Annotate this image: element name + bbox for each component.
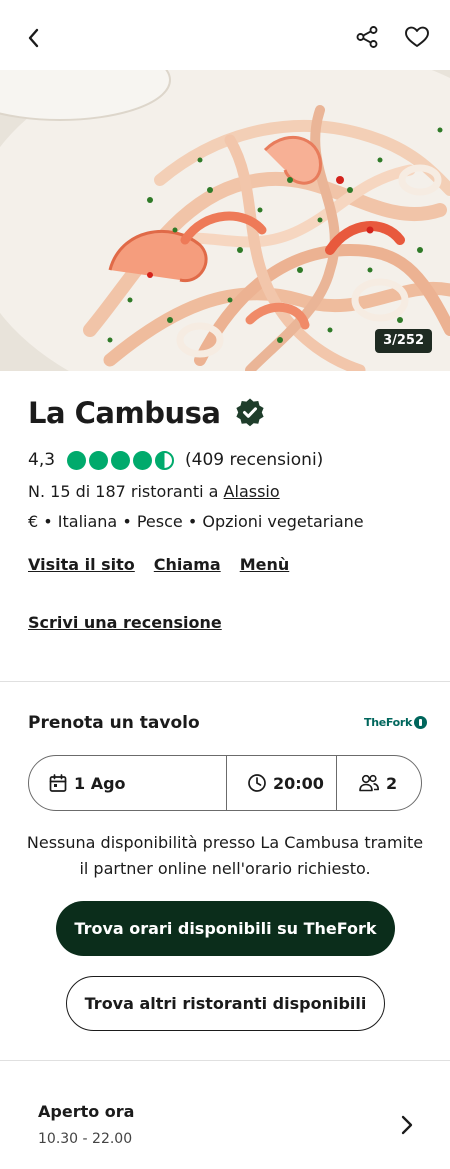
restaurant-header: La Cambusa bbox=[28, 396, 266, 430]
rating-bubble-full bbox=[111, 450, 131, 470]
photo-counter: 3/252 bbox=[375, 329, 432, 353]
rating-bubble-full bbox=[67, 450, 87, 470]
action-links: Visita il sito Chiama Menù bbox=[28, 555, 308, 574]
opening-hours-row[interactable]: Aperto ora 10.30 - 22.00 bbox=[0, 1061, 450, 1169]
back-button[interactable] bbox=[20, 24, 48, 52]
open-status: Aperto ora bbox=[38, 1102, 135, 1121]
time-selector[interactable]: 20:00 bbox=[227, 756, 337, 810]
ranking-text: N. 15 di 187 ristoranti a bbox=[28, 482, 224, 501]
rating-bubbles bbox=[67, 450, 177, 470]
party-size-selector[interactable]: 2 bbox=[337, 756, 421, 810]
website-link[interactable]: Visita il sito bbox=[28, 555, 135, 574]
section-divider bbox=[0, 681, 450, 682]
rating-value: 4,3 bbox=[28, 450, 56, 470]
share-button[interactable] bbox=[352, 22, 382, 52]
chevron-left-icon bbox=[28, 28, 39, 48]
find-times-thefork-button[interactable]: Trova orari disponibili su TheFork bbox=[56, 901, 395, 956]
share-icon bbox=[356, 26, 378, 48]
availability-message: Nessuna disponibilità presso La Cambusa … bbox=[26, 833, 424, 878]
menu-link[interactable]: Menù bbox=[240, 555, 290, 574]
time-value: 20:00 bbox=[273, 773, 324, 793]
people-icon bbox=[359, 774, 379, 792]
opening-hours: 10.30 - 22.00 bbox=[38, 1131, 133, 1147]
thefork-logo-icon bbox=[414, 716, 428, 729]
cuisine-tags: € • Italiana • Pesce • Opzioni vegetaria… bbox=[28, 512, 364, 531]
city-link[interactable]: Alassio bbox=[224, 482, 280, 501]
rating-bubble-full bbox=[89, 450, 109, 470]
write-review-link[interactable]: Scrivi una recensione bbox=[28, 613, 222, 632]
review-count: (409 recensioni) bbox=[185, 450, 324, 470]
calendar-icon bbox=[49, 774, 67, 792]
heart-icon bbox=[405, 26, 429, 47]
restaurant-name: La Cambusa bbox=[28, 396, 221, 430]
rating-row[interactable]: 4,3 (409 recensioni) bbox=[28, 450, 323, 470]
favorite-button[interactable] bbox=[401, 22, 433, 52]
chevron-right-icon bbox=[401, 1115, 413, 1135]
rating-bubble-half bbox=[155, 450, 175, 470]
clock-icon bbox=[248, 774, 266, 792]
reservation-picker: 1 Ago 20:00 2 bbox=[28, 755, 422, 811]
booking-title: Prenota un tavolo bbox=[28, 713, 200, 733]
find-other-restaurants-button[interactable]: Trova altri ristoranti disponibili bbox=[66, 976, 385, 1031]
date-value: 1 Ago bbox=[74, 773, 126, 793]
seafood-pasta-photo bbox=[0, 70, 450, 371]
party-size-value: 2 bbox=[386, 773, 398, 793]
thefork-logo: TheFork bbox=[364, 716, 428, 729]
thefork-logo-text: TheFork bbox=[364, 716, 413, 729]
ranking: N. 15 di 187 ristoranti a Alassio bbox=[28, 482, 280, 501]
hero-photo[interactable] bbox=[0, 70, 450, 371]
call-link[interactable]: Chiama bbox=[154, 555, 221, 574]
verified-badge-icon bbox=[236, 398, 265, 427]
top-bar bbox=[0, 0, 450, 70]
date-selector[interactable]: 1 Ago bbox=[29, 756, 227, 810]
rating-bubble-full bbox=[133, 450, 153, 470]
